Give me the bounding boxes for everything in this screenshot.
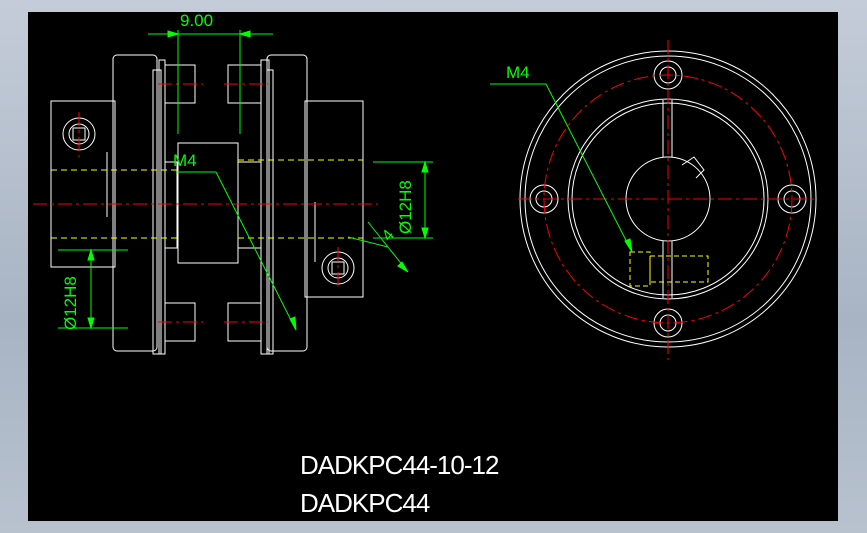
hidden-set-screw (629, 251, 709, 287)
callout-leader-left (176, 171, 297, 331)
side-centerlines (33, 83, 378, 323)
dimension-left-bore-label: Ø12H8 (61, 276, 80, 330)
callout-right-label: M4 (506, 63, 530, 82)
part-number-title: DADKPC44-10-12 (300, 450, 499, 480)
front-centerlines (518, 40, 818, 360)
dimension-right-bore-label: Ø12H8 (396, 180, 415, 234)
part-series-title: DADKPC44 (300, 488, 430, 518)
cad-drawing-canvas: 9.00 Ø12H8 Ø12H8 4 M4 M4 DADKPC44-10-12 … (28, 12, 838, 521)
dimension-width (148, 30, 273, 134)
callout-left-label: M4 (173, 151, 197, 170)
callout-leader-right (490, 83, 633, 253)
dimension-width-label: 9.00 (180, 12, 213, 30)
